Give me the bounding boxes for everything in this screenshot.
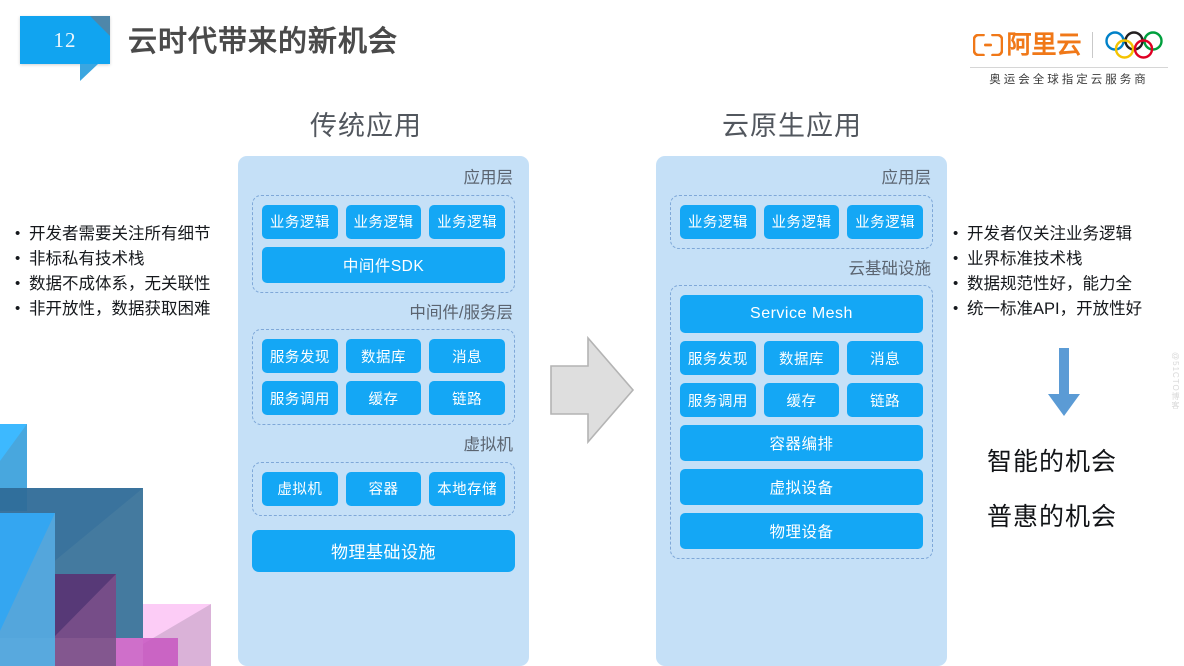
alibaba-cloud-mark-icon — [973, 34, 1004, 56]
list-item: 非标私有技术栈 — [14, 246, 244, 272]
list-item: 开发者需要关注所有细节 — [14, 221, 244, 247]
list-item: 非开放性，数据获取困难 — [14, 296, 244, 322]
traditional-vm-layer-group: 虚拟机 容器 本地存储 — [252, 461, 515, 516]
chip-virtual-machine[interactable]: 虚拟机 — [262, 471, 338, 506]
bar-virtual-device[interactable]: 虚拟设备 — [680, 469, 923, 505]
brand-tagline: 奥运会全球指定云服务商 — [970, 67, 1168, 87]
traditional-middleware-row-2: 服务调用 缓存 链路 — [262, 381, 506, 415]
list-item: 数据不成体系，无关联性 — [14, 271, 244, 297]
bar-middleware-sdk[interactable]: 中间件SDK — [262, 246, 505, 283]
chip-service-discovery[interactable]: 服务发现 — [680, 341, 756, 375]
outcome-inclusive: 普惠的机会 — [987, 503, 1118, 531]
cloudnative-infrastructure-group: Service Mesh 服务发现 数据库 消息 服务调用 缓存 链路 容器编排… — [670, 285, 933, 559]
traditional-middleware-layer-group: 服务发现 数据库 消息 服务调用 缓存 链路 — [252, 329, 515, 425]
chip-trace[interactable]: 链路 — [847, 383, 924, 417]
chip-business-logic[interactable]: 业务逻辑 — [847, 204, 924, 239]
layer-label-middleware-traditional: 中间件/服务层 — [409, 303, 513, 322]
alibaba-cloud-logo-icon: 阿里云 — [973, 30, 1082, 59]
page-title: 云时代带来的新机会 — [128, 26, 399, 58]
chip-business-logic[interactable]: 业务逻辑 — [262, 204, 338, 239]
list-item: 开发者仅关注业务逻辑 — [952, 221, 1177, 247]
list-item: 业界标准技术栈 — [952, 246, 1177, 272]
chip-database[interactable]: 数据库 — [763, 341, 840, 375]
brand-logo: 阿里云 奥运会全球指定云服务商 — [970, 26, 1168, 87]
bar-physical-device[interactable]: 物理设备 — [680, 513, 923, 549]
chip-business-logic[interactable]: 业务逻辑 — [429, 204, 506, 239]
traditional-architecture-panel: 应用层 业务逻辑 业务逻辑 业务逻辑 中间件SDK 中间件/服务层 服务发现 数… — [238, 156, 529, 666]
chip-business-logic[interactable]: 业务逻辑 — [345, 204, 422, 239]
olympic-rings-icon — [1104, 31, 1163, 59]
slide-number-badge: 12 — [20, 16, 110, 81]
cloudnative-benefits-list: 开发者仅关注业务逻辑 业界标准技术栈 数据规范性好，能力全 统一标准API，开放… — [952, 221, 1177, 322]
outcome-intelligent: 智能的机会 — [987, 448, 1118, 476]
bar-service-mesh[interactable]: Service Mesh — [680, 295, 923, 333]
chip-service-invocation[interactable]: 服务调用 — [680, 383, 756, 417]
layer-label-cloud-infrastructure: 云基础设施 — [848, 259, 932, 278]
cloudnative-app-layer-group: 业务逻辑 业务逻辑 业务逻辑 — [670, 194, 933, 249]
bar-physical-infrastructure[interactable]: 物理基础设施 — [252, 529, 515, 572]
chip-business-logic[interactable]: 业务逻辑 — [763, 204, 840, 239]
watermark: @51CTO博客 — [1171, 352, 1180, 410]
layer-label-app-traditional: 应用层 — [463, 169, 514, 187]
list-item: 数据规范性好，能力全 — [952, 271, 1177, 297]
traditional-drawbacks-list: 开发者需要关注所有细节 非标私有技术栈 数据不成体系，无关联性 非开放性，数据获… — [14, 221, 244, 322]
layer-label-vm-traditional: 虚拟机 — [463, 436, 514, 454]
slide-number: 12 — [53, 27, 77, 52]
cloudnative-infra-row-2: 服务调用 缓存 链路 — [680, 383, 924, 417]
traditional-middleware-row-1: 服务发现 数据库 消息 — [262, 339, 506, 373]
column-heading-cloudnative: 云原生应用 — [722, 111, 862, 141]
chip-cache[interactable]: 缓存 — [763, 383, 840, 417]
chip-service-discovery[interactable]: 服务发现 — [262, 339, 338, 373]
cloudnative-app-chip-row: 业务逻辑 业务逻辑 业务逻辑 — [680, 204, 924, 239]
column-heading-traditional: 传统应用 — [310, 111, 422, 141]
list-item: 统一标准API，开放性好 — [952, 296, 1177, 322]
bar-container-orchestration[interactable]: 容器编排 — [680, 425, 923, 461]
decorative-squares — [0, 406, 230, 666]
brand-name: 阿里云 — [1006, 30, 1082, 59]
cloudnative-infra-row-1: 服务发现 数据库 消息 — [680, 341, 924, 375]
traditional-app-layer-group: 业务逻辑 业务逻辑 业务逻辑 中间件SDK — [252, 194, 515, 293]
chip-trace[interactable]: 链路 — [429, 381, 506, 415]
layer-label-app-cloudnative: 应用层 — [881, 169, 932, 187]
badge-tail — [80, 64, 98, 81]
right-arrow-icon — [548, 335, 636, 449]
chip-message[interactable]: 消息 — [847, 341, 924, 375]
chip-container[interactable]: 容器 — [345, 471, 422, 506]
brand-divider — [1091, 32, 1093, 58]
chip-message[interactable]: 消息 — [429, 339, 506, 373]
down-arrow-icon — [1047, 348, 1081, 423]
traditional-vm-chip-row: 虚拟机 容器 本地存储 — [262, 471, 506, 506]
chip-cache[interactable]: 缓存 — [345, 381, 422, 415]
traditional-app-chip-row: 业务逻辑 业务逻辑 业务逻辑 — [262, 204, 506, 239]
chip-service-invocation[interactable]: 服务调用 — [262, 381, 338, 415]
chip-database[interactable]: 数据库 — [345, 339, 422, 373]
chip-local-storage[interactable]: 本地存储 — [429, 471, 506, 506]
chip-business-logic[interactable]: 业务逻辑 — [680, 204, 756, 239]
cloudnative-architecture-panel: 应用层 业务逻辑 业务逻辑 业务逻辑 云基础设施 Service Mesh 服务… — [656, 156, 947, 666]
